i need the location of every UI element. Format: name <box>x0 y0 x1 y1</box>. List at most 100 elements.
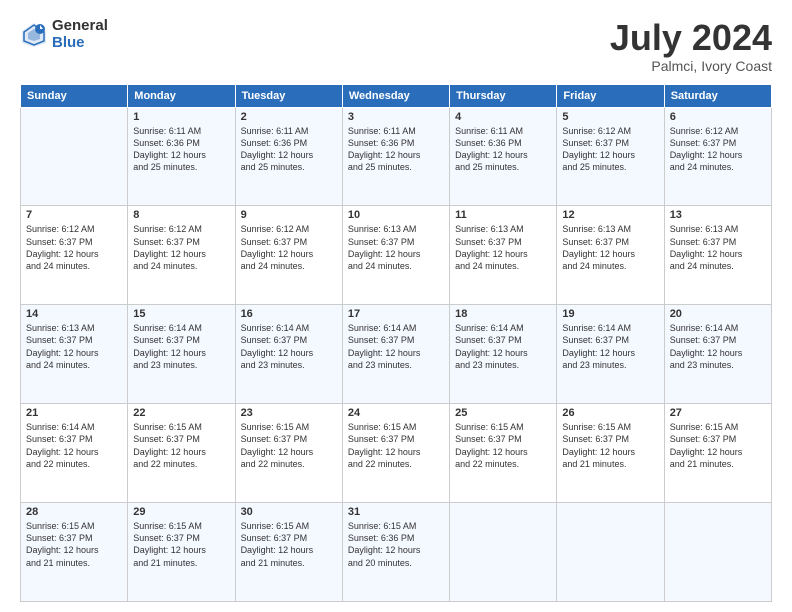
title-month: July 2024 <box>610 18 772 58</box>
day-number: 2 <box>241 111 337 123</box>
day-number: 30 <box>241 506 337 518</box>
table-cell: 19 Sunrise: 6:14 AM Sunset: 6:37 PM Dayli… <box>557 305 664 404</box>
table-cell: 23 Sunrise: 6:15 AM Sunset: 6:37 PM Dayli… <box>235 404 342 503</box>
day-info: Sunrise: 6:14 AM Sunset: 6:37 PM Dayligh… <box>455 322 551 371</box>
day-number: 1 <box>133 111 229 123</box>
header: General Blue July 2024 Palmci, Ivory Coa… <box>20 18 772 74</box>
day-info: Sunrise: 6:12 AM Sunset: 6:37 PM Dayligh… <box>26 223 122 272</box>
day-number: 4 <box>455 111 551 123</box>
table-cell <box>21 107 128 206</box>
logo-text: General Blue <box>52 18 108 51</box>
table-cell: 11 Sunrise: 6:13 AM Sunset: 6:37 PM Dayli… <box>450 206 557 305</box>
table-cell: 6 Sunrise: 6:12 AM Sunset: 6:37 PM Daylig… <box>664 107 771 206</box>
day-number: 7 <box>26 209 122 221</box>
logo-general-text: General <box>52 18 108 35</box>
col-friday: Friday <box>557 84 664 107</box>
table-cell: 28Sunrise: 6:15 AM Sunset: 6:37 PM Dayli… <box>21 503 128 602</box>
day-info: Sunrise: 6:13 AM Sunset: 6:37 PM Dayligh… <box>26 322 122 371</box>
table-cell: 16 Sunrise: 6:14 AM Sunset: 6:37 PM Dayli… <box>235 305 342 404</box>
day-info: Sunrise: 6:12 AM Sunset: 6:37 PM Dayligh… <box>670 125 766 174</box>
day-info: Sunrise: 6:15 AM Sunset: 6:37 PM Dayligh… <box>562 421 658 470</box>
calendar-table: Sunday Monday Tuesday Wednesday Thursday… <box>20 84 772 602</box>
day-info: Sunrise: 6:13 AM Sunset: 6:37 PM Dayligh… <box>348 223 444 272</box>
day-number: 24 <box>348 407 444 419</box>
day-info: Sunrise: 6:13 AM Sunset: 6:37 PM Dayligh… <box>670 223 766 272</box>
day-number: 14 <box>26 308 122 320</box>
table-cell: 1 Sunrise: 6:11 AM Sunset: 6:36 PM Daylig… <box>128 107 235 206</box>
day-number: 5 <box>562 111 658 123</box>
week-row-4: 21Sunrise: 6:14 AM Sunset: 6:37 PM Dayli… <box>21 404 772 503</box>
table-cell: 20Sunrise: 6:14 AM Sunset: 6:37 PM Dayli… <box>664 305 771 404</box>
day-info: Sunrise: 6:15 AM Sunset: 6:37 PM Dayligh… <box>26 520 122 569</box>
day-number: 31 <box>348 506 444 518</box>
day-info: Sunrise: 6:14 AM Sunset: 6:37 PM Dayligh… <box>26 421 122 470</box>
col-sunday: Sunday <box>21 84 128 107</box>
day-number: 23 <box>241 407 337 419</box>
table-cell: 13Sunrise: 6:13 AM Sunset: 6:37 PM Dayli… <box>664 206 771 305</box>
col-wednesday: Wednesday <box>342 84 449 107</box>
day-info: Sunrise: 6:14 AM Sunset: 6:37 PM Dayligh… <box>562 322 658 371</box>
table-cell: 24 Sunrise: 6:15 AM Sunset: 6:37 PM Dayli… <box>342 404 449 503</box>
day-number: 29 <box>133 506 229 518</box>
day-info: Sunrise: 6:15 AM Sunset: 6:37 PM Dayligh… <box>133 421 229 470</box>
day-info: Sunrise: 6:11 AM Sunset: 6:36 PM Dayligh… <box>348 125 444 174</box>
day-number: 25 <box>455 407 551 419</box>
day-info: Sunrise: 6:11 AM Sunset: 6:36 PM Dayligh… <box>133 125 229 174</box>
col-saturday: Saturday <box>664 84 771 107</box>
day-number: 16 <box>241 308 337 320</box>
day-number: 27 <box>670 407 766 419</box>
day-info: Sunrise: 6:14 AM Sunset: 6:37 PM Dayligh… <box>241 322 337 371</box>
page: General Blue July 2024 Palmci, Ivory Coa… <box>0 0 792 612</box>
day-info: Sunrise: 6:12 AM Sunset: 6:37 PM Dayligh… <box>562 125 658 174</box>
week-row-5: 28Sunrise: 6:15 AM Sunset: 6:37 PM Dayli… <box>21 503 772 602</box>
table-cell: 9Sunrise: 6:12 AM Sunset: 6:37 PM Daylig… <box>235 206 342 305</box>
table-cell: 17 Sunrise: 6:14 AM Sunset: 6:37 PM Dayli… <box>342 305 449 404</box>
table-cell: 22Sunrise: 6:15 AM Sunset: 6:37 PM Dayli… <box>128 404 235 503</box>
col-monday: Monday <box>128 84 235 107</box>
title-block: July 2024 Palmci, Ivory Coast <box>610 18 772 74</box>
day-info: Sunrise: 6:13 AM Sunset: 6:37 PM Dayligh… <box>562 223 658 272</box>
table-cell: 4Sunrise: 6:11 AM Sunset: 6:36 PM Daylig… <box>450 107 557 206</box>
day-number: 11 <box>455 209 551 221</box>
calendar-header-row: Sunday Monday Tuesday Wednesday Thursday… <box>21 84 772 107</box>
day-info: Sunrise: 6:11 AM Sunset: 6:36 PM Dayligh… <box>241 125 337 174</box>
day-info: Sunrise: 6:12 AM Sunset: 6:37 PM Dayligh… <box>133 223 229 272</box>
day-info: Sunrise: 6:15 AM Sunset: 6:36 PM Dayligh… <box>348 520 444 569</box>
day-info: Sunrise: 6:14 AM Sunset: 6:37 PM Dayligh… <box>133 322 229 371</box>
day-info: Sunrise: 6:14 AM Sunset: 6:37 PM Dayligh… <box>670 322 766 371</box>
day-number: 8 <box>133 209 229 221</box>
day-number: 3 <box>348 111 444 123</box>
table-cell: 3 Sunrise: 6:11 AM Sunset: 6:36 PM Daylig… <box>342 107 449 206</box>
table-cell <box>664 503 771 602</box>
table-cell: 14 Sunrise: 6:13 AM Sunset: 6:37 PM Dayli… <box>21 305 128 404</box>
table-cell: 25 Sunrise: 6:15 AM Sunset: 6:37 PM Dayli… <box>450 404 557 503</box>
day-number: 17 <box>348 308 444 320</box>
day-number: 10 <box>348 209 444 221</box>
day-info: Sunrise: 6:14 AM Sunset: 6:37 PM Dayligh… <box>348 322 444 371</box>
logo-blue-text: Blue <box>52 35 108 52</box>
table-cell: 21Sunrise: 6:14 AM Sunset: 6:37 PM Dayli… <box>21 404 128 503</box>
table-cell: 2 Sunrise: 6:11 AM Sunset: 6:36 PM Daylig… <box>235 107 342 206</box>
day-info: Sunrise: 6:12 AM Sunset: 6:37 PM Dayligh… <box>241 223 337 272</box>
day-info: Sunrise: 6:15 AM Sunset: 6:37 PM Dayligh… <box>348 421 444 470</box>
day-number: 18 <box>455 308 551 320</box>
table-cell: 8 Sunrise: 6:12 AM Sunset: 6:37 PM Daylig… <box>128 206 235 305</box>
week-row-2: 7 Sunrise: 6:12 AM Sunset: 6:37 PM Daylig… <box>21 206 772 305</box>
table-cell: 15Sunrise: 6:14 AM Sunset: 6:37 PM Dayli… <box>128 305 235 404</box>
day-number: 6 <box>670 111 766 123</box>
day-info: Sunrise: 6:13 AM Sunset: 6:37 PM Dayligh… <box>455 223 551 272</box>
day-info: Sunrise: 6:15 AM Sunset: 6:37 PM Dayligh… <box>133 520 229 569</box>
table-cell: 10 Sunrise: 6:13 AM Sunset: 6:37 PM Dayli… <box>342 206 449 305</box>
table-cell: 12Sunrise: 6:13 AM Sunset: 6:37 PM Dayli… <box>557 206 664 305</box>
table-cell: 5 Sunrise: 6:12 AM Sunset: 6:37 PM Daylig… <box>557 107 664 206</box>
day-info: Sunrise: 6:15 AM Sunset: 6:37 PM Dayligh… <box>670 421 766 470</box>
table-cell: 30Sunrise: 6:15 AM Sunset: 6:37 PM Dayli… <box>235 503 342 602</box>
logo-icon <box>20 21 48 49</box>
day-info: Sunrise: 6:15 AM Sunset: 6:37 PM Dayligh… <box>455 421 551 470</box>
table-cell: 31 Sunrise: 6:15 AM Sunset: 6:36 PM Dayli… <box>342 503 449 602</box>
day-info: Sunrise: 6:15 AM Sunset: 6:37 PM Dayligh… <box>241 421 337 470</box>
col-thursday: Thursday <box>450 84 557 107</box>
table-cell: 26Sunrise: 6:15 AM Sunset: 6:37 PM Dayli… <box>557 404 664 503</box>
col-tuesday: Tuesday <box>235 84 342 107</box>
day-number: 19 <box>562 308 658 320</box>
